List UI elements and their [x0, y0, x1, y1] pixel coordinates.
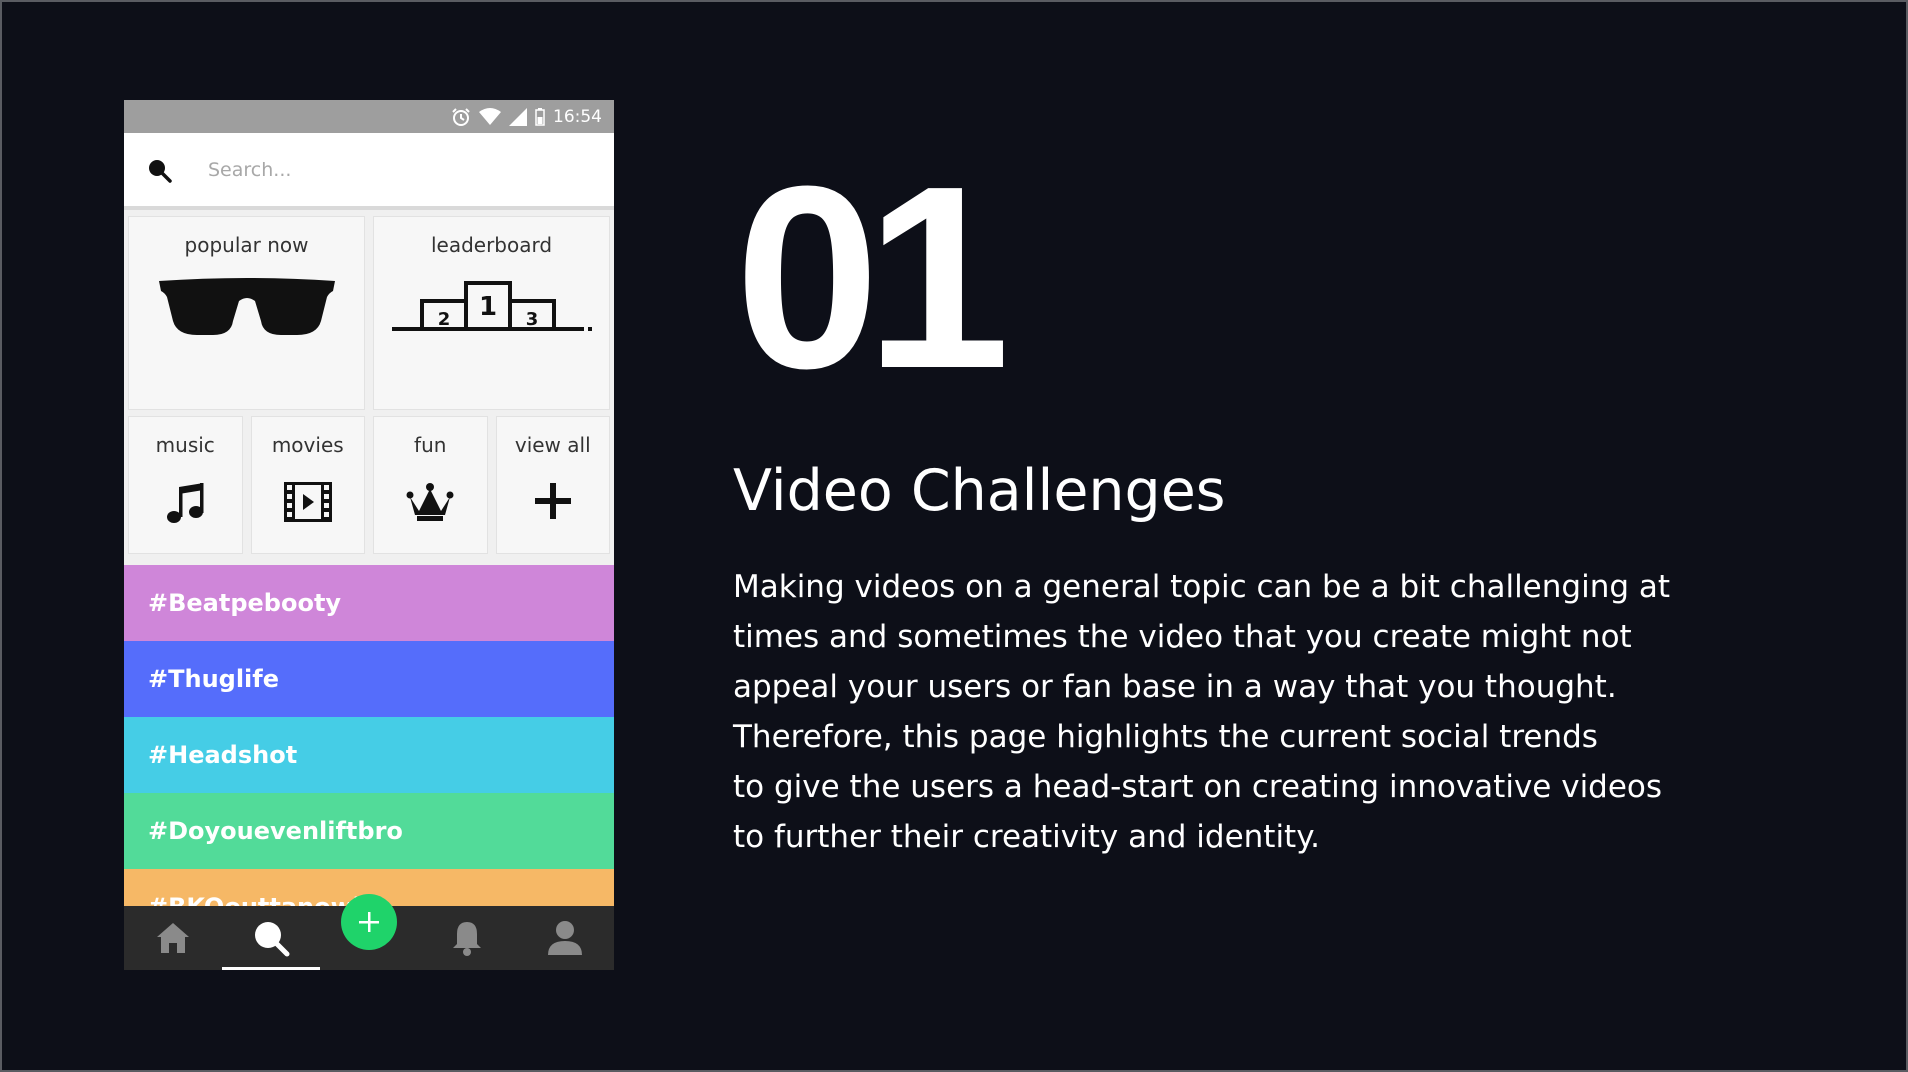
section-title: Video Challenges: [733, 458, 1226, 524]
nav-add[interactable]: [320, 894, 418, 970]
podium-third-label: 3: [525, 309, 538, 330]
phone-mockup: 16:54 popular now leaderboard: [124, 100, 614, 970]
podium-first-label: 1: [478, 292, 496, 322]
hashtag-list: #Beatpebooty #Thuglife #Headshot #Doyoue…: [124, 565, 614, 945]
signal-icon: [509, 107, 527, 126]
fun-card[interactable]: fun: [373, 416, 488, 554]
bottom-nav: [124, 894, 614, 970]
status-time: 16:54: [553, 106, 602, 127]
hashtag-item[interactable]: #Beatpebooty: [124, 565, 614, 641]
nav-search[interactable]: [222, 906, 320, 970]
popular-now-label: popular now: [184, 233, 309, 257]
music-card[interactable]: music: [128, 416, 243, 554]
podium-icon: 2 1 3: [391, 281, 592, 331]
plus-icon: [534, 483, 571, 519]
hashtag-label: #Headshot: [148, 741, 298, 769]
hashtag-item[interactable]: #Thuglife: [124, 641, 614, 717]
podium-second-label: 2: [437, 309, 450, 330]
fun-label: fun: [414, 433, 447, 457]
leaderboard-card[interactable]: leaderboard 2 1 3: [373, 216, 610, 410]
profile-icon: [548, 921, 582, 955]
section-description: Making videos on a general topic can be …: [733, 562, 1853, 862]
music-label: music: [155, 433, 215, 457]
description-line: Making videos on a general topic can be …: [733, 569, 1671, 605]
sunglasses-icon: [158, 278, 335, 335]
search-icon: [149, 159, 172, 183]
movies-label: movies: [271, 433, 344, 457]
nav-notifications[interactable]: [418, 906, 516, 970]
hashtag-label: #Beatpebooty: [148, 589, 342, 617]
view-all-card[interactable]: view all: [495, 416, 610, 554]
search-bar[interactable]: [124, 133, 614, 210]
section-number: 01: [735, 133, 1010, 423]
category-grid: popular now leaderboard 2 1 3 music movi…: [124, 210, 614, 565]
battery-icon: [535, 107, 545, 126]
nav-home[interactable]: [124, 906, 222, 970]
description-line: to give the users a head-start on creati…: [733, 769, 1663, 805]
music-note-icon: [167, 483, 204, 523]
hashtag-label: #Doyouevenliftbro: [148, 817, 403, 845]
search-input[interactable]: [208, 158, 508, 181]
popular-now-card[interactable]: popular now: [128, 216, 365, 410]
view-all-label: view all: [514, 433, 591, 457]
film-icon: [283, 482, 332, 522]
crown-icon: [406, 483, 454, 521]
wifi-icon: [479, 107, 501, 126]
add-icon: [359, 912, 379, 932]
description-line: times and sometimes the video that you c…: [733, 619, 1632, 655]
bell-icon: [453, 922, 481, 956]
status-bar: 16:54: [124, 100, 614, 133]
hashtag-label: #Thuglife: [148, 665, 280, 693]
description-line: Therefore, this page highlights the curr…: [733, 719, 1598, 755]
movies-card[interactable]: movies: [250, 416, 365, 554]
alarm-icon: [451, 107, 471, 127]
home-icon: [157, 923, 189, 953]
description-line: to further their creativity and identity…: [733, 819, 1320, 855]
add-button[interactable]: [341, 894, 397, 950]
search-icon: [255, 922, 290, 957]
description-line: appeal your users or fan base in a way t…: [733, 669, 1617, 705]
nav-profile[interactable]: [516, 906, 614, 970]
leaderboard-label: leaderboard: [430, 233, 553, 257]
hashtag-item[interactable]: #Headshot: [124, 717, 614, 793]
hashtag-item[interactable]: #Doyouevenliftbro: [124, 793, 614, 869]
